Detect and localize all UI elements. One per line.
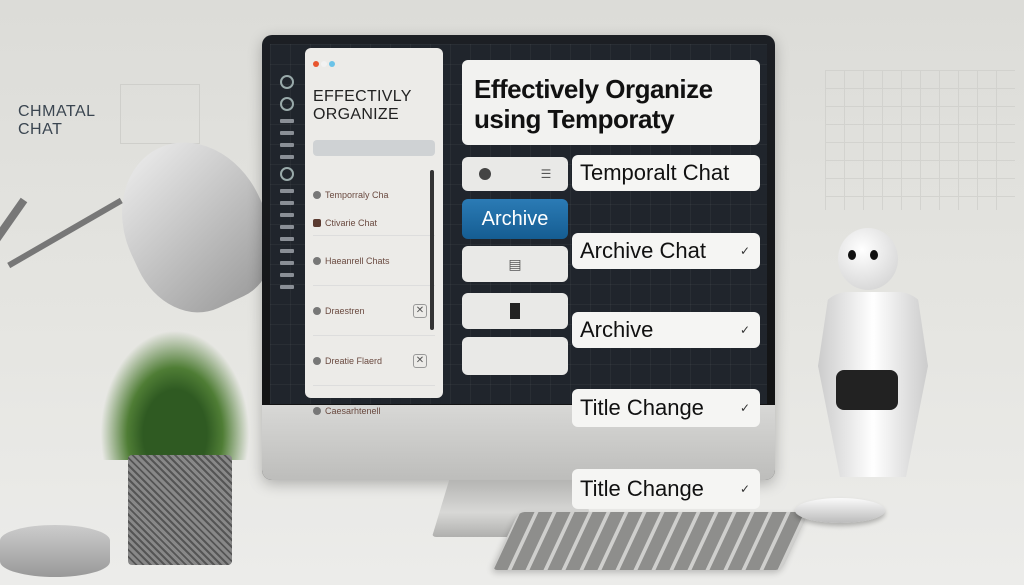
check-icon: ✓ — [739, 323, 750, 337]
row-title-change[interactable]: Title Change ✓ — [572, 389, 760, 427]
item-label: Caesarhtenell — [325, 406, 381, 416]
maximize-dot[interactable] — [329, 61, 335, 67]
list-item[interactable]: Temporraly Cha — [313, 180, 435, 210]
lamp-arm — [0, 197, 28, 473]
close-icon[interactable]: ✕ — [413, 353, 427, 368]
row-label: Title Change — [580, 395, 704, 420]
profile-icon[interactable] — [280, 97, 294, 111]
wall-text: CHMATAL CHAT — [18, 103, 96, 139]
book-icon: ▤ — [508, 255, 522, 272]
row-archive-chat[interactable]: Archive Chat ✓ — [572, 233, 760, 269]
lamp-arm-upper — [7, 197, 123, 269]
wall-text-line1: CHMATAL — [18, 103, 96, 120]
menu-icon: ☰ — [540, 167, 552, 181]
icon-rail — [276, 75, 298, 395]
robot-waist — [836, 370, 898, 410]
row-title-change[interactable]: Title Change ✓ — [572, 469, 760, 509]
keyboard — [491, 512, 809, 570]
square-icon — [510, 303, 520, 319]
row-label: Archive — [580, 317, 654, 342]
close-dot[interactable] — [313, 61, 319, 67]
item-label: Temporraly Cha — [325, 190, 389, 200]
check-icon: ✓ — [739, 482, 750, 496]
row-temporary-chat[interactable]: Temporalt Chat — [572, 155, 760, 191]
check-icon: ✓ — [739, 244, 750, 258]
row-label: Title Change — [580, 476, 704, 501]
item-label: Draestren — [325, 305, 365, 316]
wall-frame — [120, 84, 200, 144]
plant-leaves — [100, 330, 250, 460]
robot-head — [838, 228, 898, 290]
search-input[interactable] — [313, 140, 435, 156]
list-item[interactable]: Ctivarie Chat — [313, 210, 435, 236]
row-toggle[interactable] — [462, 293, 568, 329]
row-toggle[interactable]: ▤ — [462, 246, 568, 282]
radio-icon — [478, 168, 491, 180]
list-item[interactable]: Haeanrell Chats — [313, 236, 435, 286]
minimize-dot[interactable] — [321, 61, 327, 67]
list-item[interactable]: Draestren ✕ — [313, 286, 435, 336]
item-label: Haeanrell Chats — [325, 255, 390, 266]
close-icon[interactable]: ✕ — [413, 303, 427, 318]
list-item[interactable]: Dreatie Flaerd ✕ — [313, 336, 435, 386]
robot-eye — [848, 250, 856, 260]
scrollbar[interactable] — [430, 170, 434, 330]
item-label: Dreatie Flaerd — [325, 355, 383, 366]
app-icon[interactable] — [280, 75, 294, 89]
robot-eye — [870, 250, 878, 260]
item-label: Ctivarie Chat — [325, 217, 378, 228]
window-controls — [313, 54, 435, 72]
lamp-base — [0, 525, 110, 577]
archive-button[interactable]: Archive — [462, 199, 568, 239]
row-archive[interactable]: Archive ✓ — [572, 312, 760, 348]
sidebar-title: EFFECTIVLY ORGANIZE — [313, 88, 412, 123]
wall-grid — [825, 70, 1015, 210]
mouse — [795, 498, 885, 523]
check-icon: ✓ — [739, 401, 750, 415]
sidebar-panel: EFFECTIVLY ORGANIZE Temporraly Cha Ctiva… — [305, 48, 443, 416]
settings-icon[interactable] — [280, 167, 294, 181]
row-toggle[interactable] — [462, 337, 568, 375]
main-title: Effectively Organize using Temporaty — [462, 60, 760, 145]
list-item[interactable]: Caesarhtenell — [313, 386, 435, 436]
wall-text-line2: CHAT — [18, 121, 63, 138]
plant-pot — [128, 455, 232, 565]
row-toggle[interactable]: ☰ — [462, 157, 568, 191]
row-label: Temporalt Chat — [580, 160, 730, 185]
row-label: Archive Chat — [580, 238, 706, 263]
